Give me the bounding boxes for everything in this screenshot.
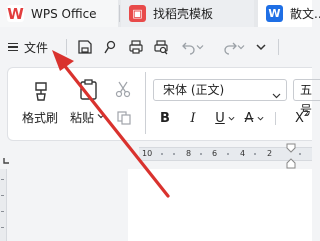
superscript-button[interactable]: X2	[291, 108, 313, 126]
tab-label: WPS Office	[31, 6, 97, 21]
format-painter-icon[interactable]	[100, 37, 120, 57]
file-menu-button[interactable]: 文件	[4, 36, 56, 58]
font-name-value: 宋体 (正文)	[163, 83, 225, 97]
font-name-select[interactable]: 宋体 (正文)	[153, 79, 287, 101]
font-size-select[interactable]: 五号	[293, 79, 320, 117]
strikethrough-dropdown[interactable]	[256, 110, 264, 126]
copy-icon[interactable]	[116, 110, 132, 126]
word-doc-icon: W	[266, 5, 283, 22]
ruler-dot	[227, 153, 229, 155]
chevron-down-icon	[228, 116, 234, 121]
superscript-icon-exp: 2	[303, 108, 309, 118]
bold-icon: B	[160, 110, 170, 126]
save-icon[interactable]	[75, 37, 95, 57]
underline-button[interactable]: U	[213, 110, 227, 126]
tab-label: 找稻壳模板	[153, 7, 214, 21]
ruler-tick-mark	[1, 211, 4, 212]
divider	[278, 39, 279, 55]
tab-wps-office[interactable]: W WPS Office	[0, 0, 118, 27]
italic-icon: I	[190, 110, 196, 126]
ruler-tick: 4	[240, 149, 246, 158]
divider	[66, 39, 67, 55]
ruler-dot	[254, 153, 256, 155]
tab-stop-icon[interactable]	[2, 150, 10, 169]
ruler-tick-mark	[1, 179, 4, 180]
ruler-dot	[200, 153, 202, 155]
document-area: 10 8 6 4 2	[0, 141, 312, 241]
ruler-tick-mark	[1, 195, 4, 196]
underline-icon: U	[215, 110, 225, 126]
superscript-icon-base: X	[295, 110, 304, 126]
ruler-dot	[299, 153, 301, 155]
paste-label[interactable]: 粘贴	[70, 109, 94, 126]
ruler-dot	[173, 153, 175, 155]
paste-dropdown-icon[interactable]	[97, 112, 105, 120]
divider	[275, 112, 276, 125]
ruler-tick: 10	[142, 149, 153, 158]
ruler-tick: 8	[186, 149, 192, 158]
format-painter-big-icon[interactable]	[30, 80, 52, 102]
wps-logo-icon: W	[7, 4, 24, 23]
undo-dropdown-icon[interactable]	[195, 37, 205, 57]
tab-document[interactable]: W 散文..	[258, 0, 320, 27]
ruler-tick: 6	[212, 149, 218, 158]
tab-divider	[119, 5, 120, 22]
ribbon-panel: 格式刷 粘贴 宋体 (正文) 五号 B I U A X2	[7, 67, 320, 141]
chevron-down-icon	[272, 86, 281, 106]
chevron-down-icon	[257, 116, 263, 121]
hamburger-icon	[8, 42, 18, 52]
strikethrough-icon: A	[244, 110, 254, 126]
ruler-tick-mark	[1, 227, 4, 228]
tab-label: 散文..	[290, 7, 320, 21]
daoke-template-icon: ▣	[129, 5, 146, 22]
print-preview-icon[interactable]	[151, 37, 171, 57]
document-page[interactable]	[128, 169, 312, 241]
cut-icon[interactable]	[114, 80, 132, 98]
vertical-ruler[interactable]	[0, 169, 7, 241]
italic-button[interactable]: I	[186, 110, 200, 126]
print-icon[interactable]	[126, 37, 146, 57]
paste-icon[interactable]	[78, 78, 100, 102]
divider	[145, 72, 146, 134]
tab-bar: W WPS Office ▣ 找稻壳模板 W 散文..	[0, 0, 320, 27]
file-menu-label: 文件	[24, 40, 49, 55]
bold-button[interactable]: B	[158, 110, 172, 126]
format-painter-label[interactable]: 格式刷	[22, 109, 58, 126]
strikethrough-button[interactable]: A	[242, 110, 256, 126]
redo-dropdown-icon[interactable]	[236, 37, 246, 57]
ruler-dot	[161, 153, 163, 155]
more-chevron-icon[interactable]	[251, 37, 271, 57]
tab-template[interactable]: ▣ 找稻壳模板	[121, 0, 254, 27]
menu-row: 文件	[0, 27, 312, 65]
underline-dropdown[interactable]	[227, 110, 235, 126]
ruler-tick: 2	[267, 149, 273, 158]
